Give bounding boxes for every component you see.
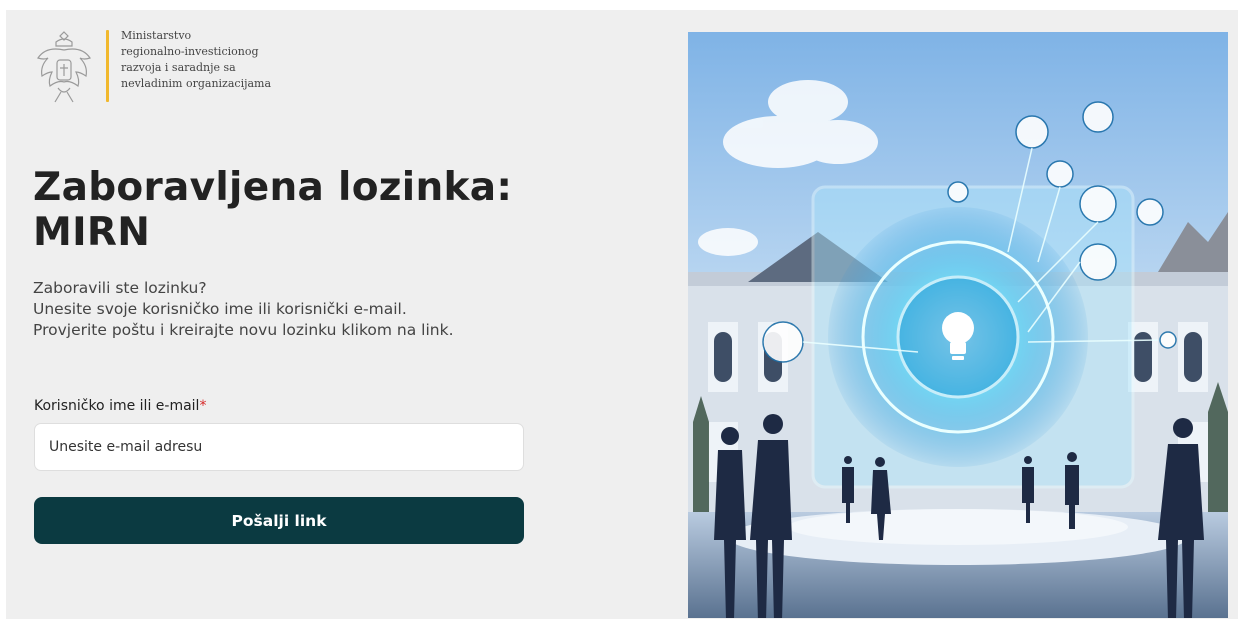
hero-illustration	[688, 32, 1228, 618]
ministry-name-line: razvoja i saradnje sa	[121, 61, 236, 74]
brand-divider	[106, 30, 109, 102]
intro-line: Unesite svoje korisničko ime ili korisni…	[33, 300, 407, 318]
email-field-label: Korisničko ime ili e-mail*	[34, 398, 206, 414]
intro-text: Zaboravili ste lozinku? Unesite svoje ko…	[33, 278, 593, 341]
hero-image	[688, 32, 1228, 618]
required-marker: *	[199, 398, 207, 414]
ministry-branding: Ministarstvo regionalno-investicionog ra…	[34, 28, 291, 108]
coat-of-arms-icon	[37, 31, 91, 103]
ministry-name: Ministarstvo regionalno-investicionog ra…	[121, 28, 291, 92]
send-link-button[interactable]: Pošalji link	[34, 497, 524, 544]
page-background: Ministarstvo regionalno-investicionog ra…	[6, 10, 1238, 619]
intro-line: Provjerite poštu i kreirajte novu lozink…	[33, 321, 454, 339]
page-title-line: MIRN	[33, 210, 151, 255]
page-title-line: Zaboravljena lozinka:	[33, 165, 513, 210]
email-field[interactable]	[34, 423, 524, 471]
email-field-label-text: Korisničko ime ili e-mail	[34, 398, 200, 414]
ministry-name-line: Ministarstvo	[121, 29, 192, 42]
ministry-name-line: regionalno-investicionog	[121, 45, 259, 58]
page-title: Zaboravljena lozinka: MIRN	[33, 165, 533, 255]
intro-line: Zaboravili ste lozinku?	[33, 279, 207, 297]
ministry-name-line: nevladinim organizacijama	[121, 77, 272, 90]
